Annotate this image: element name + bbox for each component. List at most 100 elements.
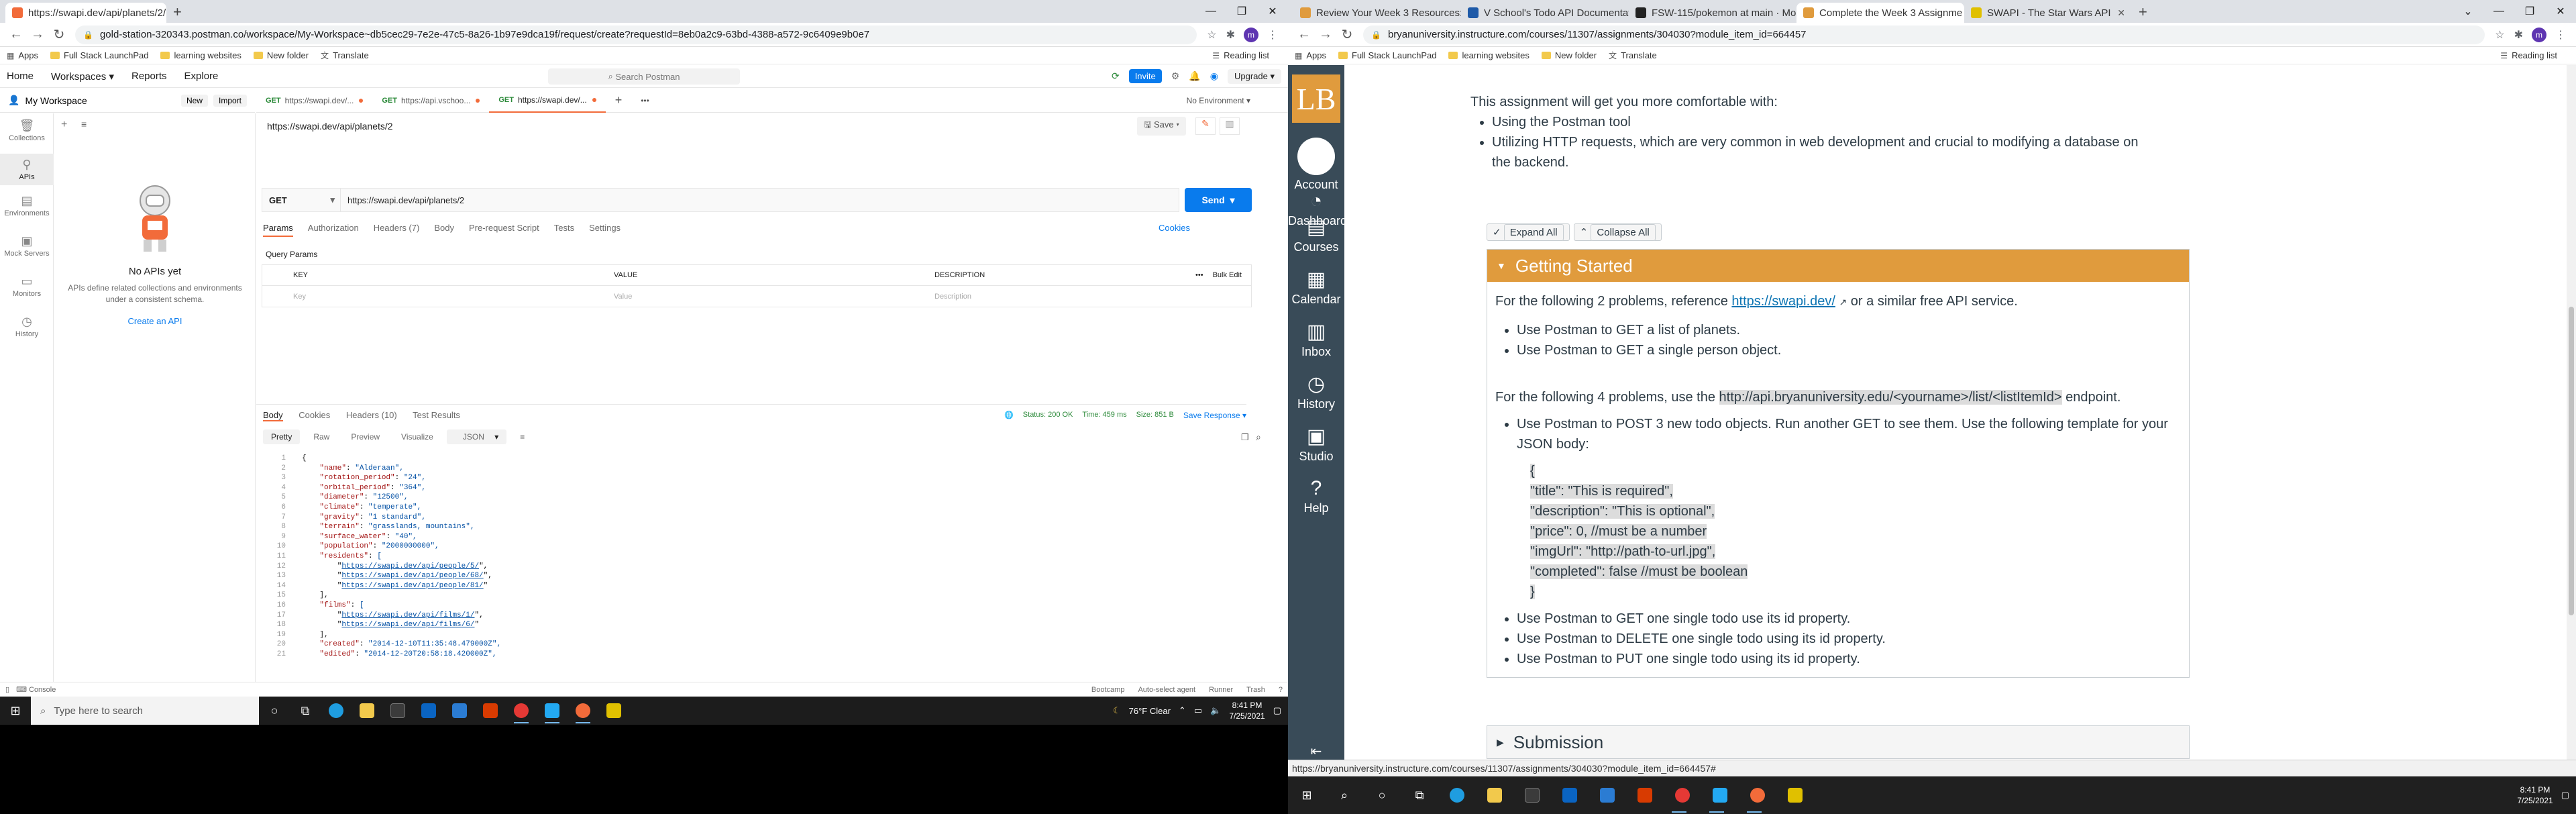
- nav-inbox[interactable]: ▥ Inbox: [1288, 320, 1344, 359]
- menu-icon[interactable]: ⋮: [2555, 28, 2566, 42]
- task-view-icon[interactable]: ⧉: [290, 697, 321, 725]
- volume-icon[interactable]: 🔈: [1210, 705, 1221, 716]
- forward-icon[interactable]: →: [1315, 27, 1336, 42]
- send-button[interactable]: Send ▾: [1185, 188, 1252, 212]
- reading-list[interactable]: ☰ Reading list: [2500, 50, 2557, 60]
- network-icon[interactable]: ▭: [1194, 705, 1202, 716]
- request-tab[interactable]: GET https://api.vschoo...: [372, 89, 489, 113]
- help-icon[interactable]: ?: [1279, 686, 1283, 694]
- bookmark-item[interactable]: learning websites: [1448, 50, 1529, 60]
- response-body[interactable]: 1{2 "name": "Alderaan", 3 "rotation_perio…: [263, 454, 1242, 675]
- nav-explore[interactable]: Explore: [184, 70, 219, 82]
- sidebar-item-environments[interactable]: ▤ Environments: [0, 194, 54, 217]
- wrap-icon[interactable]: ≡: [512, 429, 533, 444]
- save-response-button[interactable]: Save Response ▾: [1183, 411, 1246, 420]
- minimize-icon[interactable]: —: [1195, 5, 1226, 17]
- key-input[interactable]: Key: [262, 293, 583, 301]
- request-tab[interactable]: GET https://swapi.dev/...: [256, 89, 372, 113]
- nav-home[interactable]: Home: [7, 70, 34, 82]
- cookies-link[interactable]: Cookies: [1159, 223, 1190, 233]
- sidebar-item-mock-servers[interactable]: ▣ Mock Servers: [0, 234, 54, 258]
- taskbar-search-input[interactable]: ⌕ Type here to search: [31, 697, 259, 725]
- request-url-input[interactable]: https://swapi.dev/api/planets/2: [341, 188, 1179, 212]
- upgrade-button[interactable]: Upgrade ▾: [1227, 68, 1281, 84]
- nav-reports[interactable]: Reports: [131, 70, 167, 82]
- new-tab-button[interactable]: +: [2132, 3, 2154, 23]
- more-tabs-icon[interactable]: •••: [631, 89, 659, 113]
- value-input[interactable]: Value: [583, 293, 904, 301]
- tab-authorization[interactable]: Authorization: [308, 223, 359, 237]
- bookmark-apps[interactable]: ▦ Apps: [7, 50, 38, 60]
- start-icon[interactable]: ⊞: [0, 697, 31, 725]
- vscode-icon[interactable]: [537, 697, 568, 725]
- gear-icon[interactable]: ⚙: [1171, 70, 1180, 82]
- app-icon[interactable]: [598, 697, 629, 725]
- cortana-icon[interactable]: ○: [259, 697, 290, 725]
- save-button[interactable]: 🖫 Save ▾: [1137, 117, 1186, 136]
- file-explorer-icon[interactable]: [1476, 776, 1513, 814]
- close-icon[interactable]: ✕: [2112, 7, 2125, 19]
- sidebar-toggle-icon[interactable]: ▯: [5, 685, 9, 694]
- sidebar-item-monitors[interactable]: ▭ Monitors: [0, 274, 54, 298]
- avatar[interactable]: m: [2532, 27, 2546, 42]
- collapse-all-button[interactable]: ⌃ Collapse All: [1573, 223, 1662, 241]
- nav-workspaces[interactable]: Workspaces ▾: [51, 70, 114, 83]
- bookmark-item[interactable]: 文 Translate: [1609, 50, 1657, 61]
- star-icon[interactable]: ☆: [1207, 28, 1216, 42]
- response-tab-body[interactable]: Body: [263, 410, 283, 421]
- notifications-icon[interactable]: ▢: [1273, 705, 1281, 716]
- format-visualize[interactable]: Visualize: [393, 429, 441, 444]
- minimize-icon[interactable]: —: [2483, 5, 2514, 17]
- reading-list[interactable]: ☰ Reading list: [1212, 50, 1269, 60]
- environment-select[interactable]: No Environment ▾: [1187, 96, 1250, 105]
- expand-all-button[interactable]: ✓ Expand All: [1487, 223, 1570, 241]
- back-icon[interactable]: ←: [1293, 27, 1315, 42]
- sidebar-item-collections[interactable]: 🗑 Collections: [0, 119, 54, 142]
- tab-pre-request-script[interactable]: Pre-request Script: [469, 223, 539, 237]
- description-input[interactable]: Description: [904, 293, 1251, 301]
- copy-icon[interactable]: ❐: [1241, 432, 1249, 443]
- extensions-icon[interactable]: ✱: [2514, 28, 2523, 42]
- cortana-icon[interactable]: ○: [1363, 776, 1401, 814]
- tray-chevron-icon[interactable]: ⌃: [1179, 705, 1186, 716]
- new-button[interactable]: New: [180, 94, 208, 107]
- office-icon[interactable]: [1626, 776, 1664, 814]
- request-name[interactable]: https://swapi.dev/api/planets/2: [267, 121, 393, 132]
- bulk-edit-link[interactable]: Bulk Edit: [1213, 271, 1251, 279]
- chrome-icon[interactable]: [506, 697, 537, 725]
- sidebar-item-apis[interactable]: ⚲ APIs: [0, 154, 54, 185]
- bookmark-item[interactable]: learning websites: [160, 50, 241, 60]
- avatar[interactable]: ◉: [1210, 70, 1218, 82]
- clock[interactable]: 8:41 PM 7/25/2021: [1229, 700, 1265, 721]
- office-icon[interactable]: [475, 697, 506, 725]
- tab-params[interactable]: Params: [263, 223, 293, 237]
- search-icon[interactable]: ⌕: [1256, 431, 1261, 443]
- clock[interactable]: 8:41 PM 7/25/2021: [2517, 784, 2553, 806]
- create-api-link[interactable]: Create an API: [54, 316, 256, 326]
- browser-tab-active[interactable]: Complete the Week 3 Assignme✕: [1796, 3, 1964, 23]
- scrollbar-thumb[interactable]: [2569, 307, 2574, 615]
- maximize-icon[interactable]: ❐: [2514, 5, 2545, 18]
- search-input[interactable]: ⌕ Search Postman: [548, 68, 740, 85]
- reload-icon[interactable]: ↻: [1336, 26, 1358, 43]
- browser-tab[interactable]: https://swapi.dev/api/planets/2/ ✕: [5, 3, 166, 23]
- browser-tab[interactable]: V School's Todo API Documentat✕: [1461, 3, 1629, 23]
- url-field[interactable]: 🔒 bryanuniversity.instructure.com/courses…: [1363, 25, 2485, 44]
- swapi-link[interactable]: https://swapi.dev/: [1731, 294, 1835, 309]
- scrollbar[interactable]: [2567, 65, 2576, 760]
- format-pretty[interactable]: Pretty: [263, 429, 301, 444]
- bootcamp-button[interactable]: Bootcamp: [1091, 686, 1125, 694]
- edge-icon[interactable]: [1438, 776, 1476, 814]
- request-tab-active[interactable]: GET https://swapi.dev/...: [489, 89, 606, 113]
- new-request-tab-button[interactable]: +: [606, 89, 632, 113]
- bookmark-item[interactable]: 文 Translate: [321, 50, 369, 61]
- more-icon[interactable]: •••: [1186, 271, 1213, 279]
- store-icon[interactable]: [382, 697, 413, 725]
- vscode-icon[interactable]: [1701, 776, 1739, 814]
- app-icon[interactable]: [444, 697, 475, 725]
- response-tab-cookies[interactable]: Cookies: [299, 410, 330, 420]
- nav-studio[interactable]: ▣ Studio: [1288, 425, 1344, 464]
- new-tab-button[interactable]: +: [166, 3, 189, 23]
- app-icon[interactable]: [1589, 776, 1626, 814]
- trash-button[interactable]: Trash: [1246, 686, 1265, 694]
